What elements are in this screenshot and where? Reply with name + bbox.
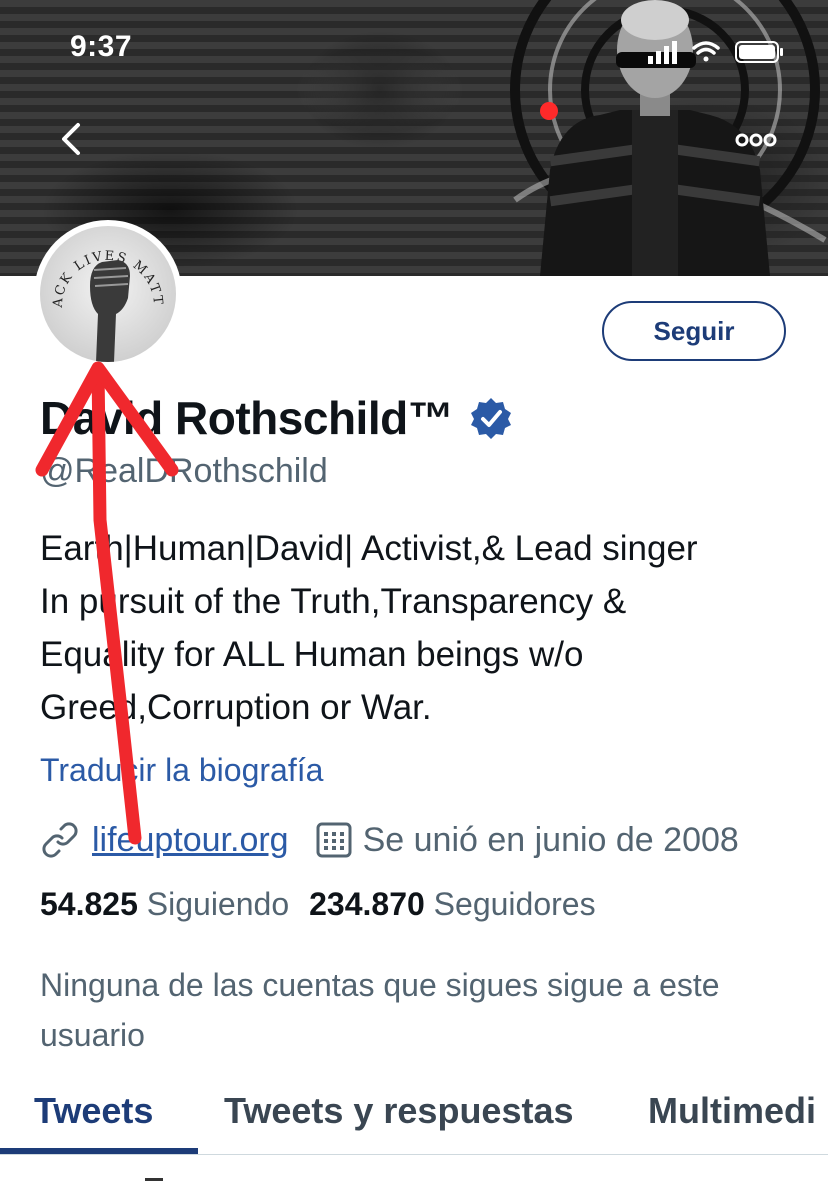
active-tab-indicator xyxy=(0,1148,198,1154)
recording-indicator xyxy=(540,102,558,120)
more-horizontal-icon[interactable] xyxy=(728,124,784,156)
content-edge xyxy=(145,1178,163,1181)
follow-stats: 54.825 Siguiendo 234.870 Seguidores xyxy=(40,886,596,923)
website-link[interactable]: lifeuptour.org xyxy=(92,821,289,860)
tab-tweets[interactable]: Tweets xyxy=(34,1090,153,1132)
battery-icon xyxy=(735,41,783,63)
status-icons xyxy=(648,41,783,64)
tab-media[interactable]: Multimedi xyxy=(648,1090,816,1132)
bio-line: Greed,Corruption or War. xyxy=(40,688,432,727)
following-stat[interactable]: 54.825 Siguiendo xyxy=(40,886,289,922)
chevron-left-icon[interactable] xyxy=(50,115,94,163)
link-icon xyxy=(42,822,78,858)
followers-count: 234.870 xyxy=(309,886,425,922)
tab-tweets-replies[interactable]: Tweets y respuestas xyxy=(224,1090,574,1132)
wifi-icon xyxy=(692,41,720,62)
follow-button[interactable]: Seguir xyxy=(602,301,786,361)
bio-line: Earth|Human|David| Activist,& Lead singe… xyxy=(40,529,698,568)
profile-handle: @RealDRothschild xyxy=(40,452,328,490)
followers-stat[interactable]: 234.870 Seguidores xyxy=(309,886,595,922)
verified-badge-icon xyxy=(471,398,512,439)
avatar[interactable]: BLACK LIVES MATTER xyxy=(34,220,182,368)
profile-tabs: Tweets Tweets y respuestas Multimedi xyxy=(0,1080,828,1155)
joined-date: Se unió en junio de 2008 xyxy=(362,820,739,859)
following-count: 54.825 xyxy=(40,886,138,922)
profile-bio: Earth|Human|David| Activist,& Lead singe… xyxy=(40,522,810,734)
bio-line: Equality for ALL Human beings w/o xyxy=(40,635,584,674)
translate-bio-link[interactable]: Traducir la biografía xyxy=(40,752,323,789)
bio-line: In pursuit of the Truth,Transparency & xyxy=(40,582,627,621)
calendar-icon xyxy=(316,822,352,858)
followers-label: Seguidores xyxy=(433,886,596,922)
raised-fist-image: BLACK LIVES MATTER xyxy=(40,226,163,362)
profile-name-row: David Rothschild™ xyxy=(40,388,513,448)
profile-name: David Rothschild™ xyxy=(40,392,454,444)
following-label: Siguiendo xyxy=(146,886,290,922)
profile-meta: lifeuptour.org Se unió en junio de 2008 xyxy=(40,816,739,864)
status-time: 9:37 xyxy=(70,30,133,63)
cellular-signal-icon xyxy=(648,41,677,64)
status-bar: 9:37 xyxy=(0,0,828,100)
followed-by-note: Ninguna de las cuentas que sigues sigue … xyxy=(40,967,720,1053)
